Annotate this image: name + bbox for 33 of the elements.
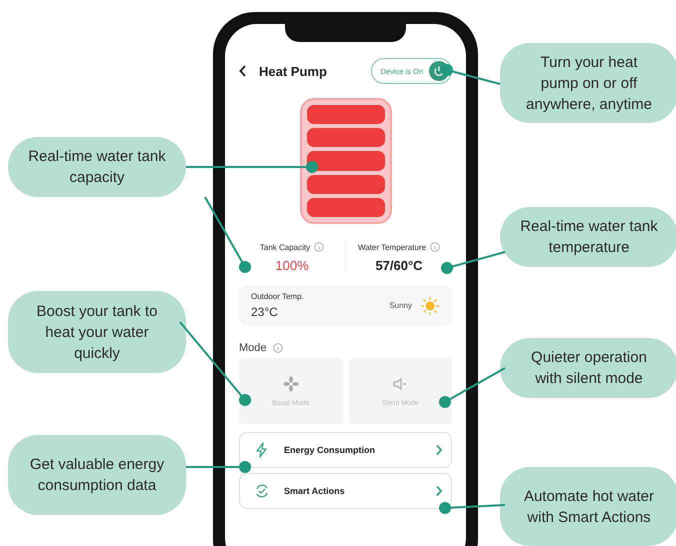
menu-button[interactable]: Energy Consumption [239, 432, 452, 468]
callout: Real-time water tank temperature [500, 207, 676, 267]
sun-icon [420, 296, 440, 316]
outdoor-temperature: 23°C [251, 305, 279, 319]
screen-title: Heat Pump [259, 64, 328, 78]
callout: Get valuable energy consumption data [8, 435, 186, 515]
stat-label: Tank Capacity [260, 242, 310, 252]
info-icon[interactable] [314, 242, 324, 252]
leader-line [186, 461, 251, 473]
menu-button[interactable]: Smart Actions [239, 473, 452, 509]
mode-heading: Mode [239, 342, 267, 354]
callout: Boost your tank to heat your water quickly [8, 291, 186, 373]
callout: Turn your heat pump on or off anywhere, anytime [500, 43, 676, 123]
back-icon[interactable] [239, 65, 247, 77]
speaker-icon [392, 376, 408, 392]
callout: Automate hot water with Smart Actions [500, 467, 676, 546]
stat-value: 57/60°C [375, 258, 423, 273]
outdoor-label: Outdoor Temp. [251, 292, 305, 301]
leader-line [439, 502, 506, 514]
fan-icon [282, 376, 299, 392]
callout: Real-time water tank capacity [8, 137, 186, 197]
leader-line [439, 367, 506, 408]
refresh-check-icon [254, 483, 270, 499]
callout: Quieter operation with silent mode [500, 338, 676, 398]
info-icon[interactable] [272, 343, 283, 353]
leader-line [441, 251, 506, 274]
chevron-icon [435, 485, 443, 497]
stat-value: 100% [275, 258, 309, 273]
weather-label: Sunny [389, 301, 412, 310]
leader-line [441, 64, 500, 85]
info-icon[interactable] [430, 242, 440, 252]
chevron-icon [435, 444, 443, 456]
stat-label: Water Temperature [358, 242, 426, 252]
